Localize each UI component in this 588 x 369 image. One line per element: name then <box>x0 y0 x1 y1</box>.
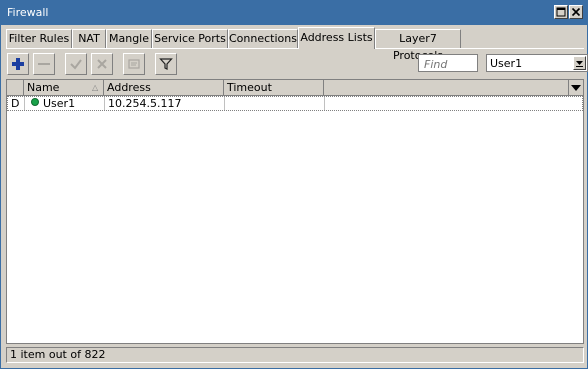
column-divider <box>324 97 325 110</box>
maximize-icon <box>556 7 566 17</box>
tab-divider <box>6 48 584 49</box>
address-list-table: Name △ Address Timeout D User1 10.254.5.… <box>6 79 584 344</box>
tab-label: Address Lists <box>300 31 373 44</box>
filter-icon <box>159 58 173 70</box>
tab-nat[interactable]: NAT <box>72 29 106 48</box>
tab-bar: Filter Rules NAT Mangle Service Ports Co… <box>6 27 586 62</box>
status-dot-icon <box>31 98 39 106</box>
tab-service-ports[interactable]: Service Ports <box>152 29 228 48</box>
table-header: Name △ Address Timeout <box>7 80 583 96</box>
add-button[interactable] <box>7 53 29 75</box>
close-icon <box>571 7 581 17</box>
column-header-address[interactable]: Address <box>104 80 224 96</box>
chevron-down-icon <box>571 85 581 91</box>
x-icon <box>97 59 107 69</box>
row-name-text: User1 <box>43 97 76 110</box>
row-timeout <box>225 97 325 110</box>
title-bar[interactable]: Firewall <box>1 1 587 25</box>
tab-layer7-protocols[interactable]: Layer7 Protocols <box>375 29 461 62</box>
tab-label: Mangle <box>108 32 149 45</box>
tab-address-lists[interactable]: Address Lists <box>298 27 375 49</box>
tab-connections[interactable]: Connections <box>228 29 298 48</box>
table-row[interactable]: D User1 10.254.5.117 <box>7 96 583 111</box>
row-name: User1 <box>25 97 105 110</box>
column-header-empty <box>324 80 569 96</box>
flag-column-header[interactable] <box>7 80 24 96</box>
selected-list-value: User1 <box>490 57 523 70</box>
maximize-button[interactable] <box>554 5 568 19</box>
column-header-label: Address <box>107 81 151 94</box>
remove-button[interactable] <box>33 53 55 75</box>
dropdown-button[interactable] <box>573 56 586 70</box>
column-header-label: Name <box>27 81 60 94</box>
firewall-window: Firewall Filter Rules NAT Mangle Service… <box>0 0 588 369</box>
row-flag: D <box>11 97 20 110</box>
sort-ascending-icon: △ <box>92 83 99 92</box>
column-header-timeout[interactable]: Timeout <box>224 80 324 96</box>
plus-icon <box>12 58 24 70</box>
tab-filter-rules[interactable]: Filter Rules <box>6 29 72 48</box>
column-menu-button[interactable] <box>569 80 583 96</box>
chevron-down-icon <box>576 61 583 67</box>
comment-button[interactable] <box>123 53 145 75</box>
toolbar: User1 <box>6 51 588 77</box>
minus-icon <box>38 63 50 65</box>
find-input[interactable] <box>418 54 478 72</box>
column-header-label: Timeout <box>227 81 272 94</box>
tab-mangle[interactable]: Mangle <box>106 29 152 48</box>
close-button[interactable] <box>569 5 583 19</box>
enable-button[interactable] <box>65 53 87 75</box>
row-address: 10.254.5.117 <box>108 97 182 110</box>
tab-label: Filter Rules <box>8 32 70 45</box>
note-icon <box>128 59 140 69</box>
window-title: Firewall <box>7 6 49 19</box>
address-list-filter-select[interactable]: User1 <box>486 54 588 72</box>
check-icon <box>70 59 82 70</box>
disable-button[interactable] <box>91 53 113 75</box>
tab-label: Connections <box>229 32 297 45</box>
tab-label: Service Ports <box>154 32 226 45</box>
tab-label: NAT <box>78 32 100 45</box>
status-bar: 1 item out of 822 <box>6 347 584 363</box>
column-header-name[interactable]: Name △ <box>24 80 104 96</box>
filter-button[interactable] <box>155 53 177 75</box>
